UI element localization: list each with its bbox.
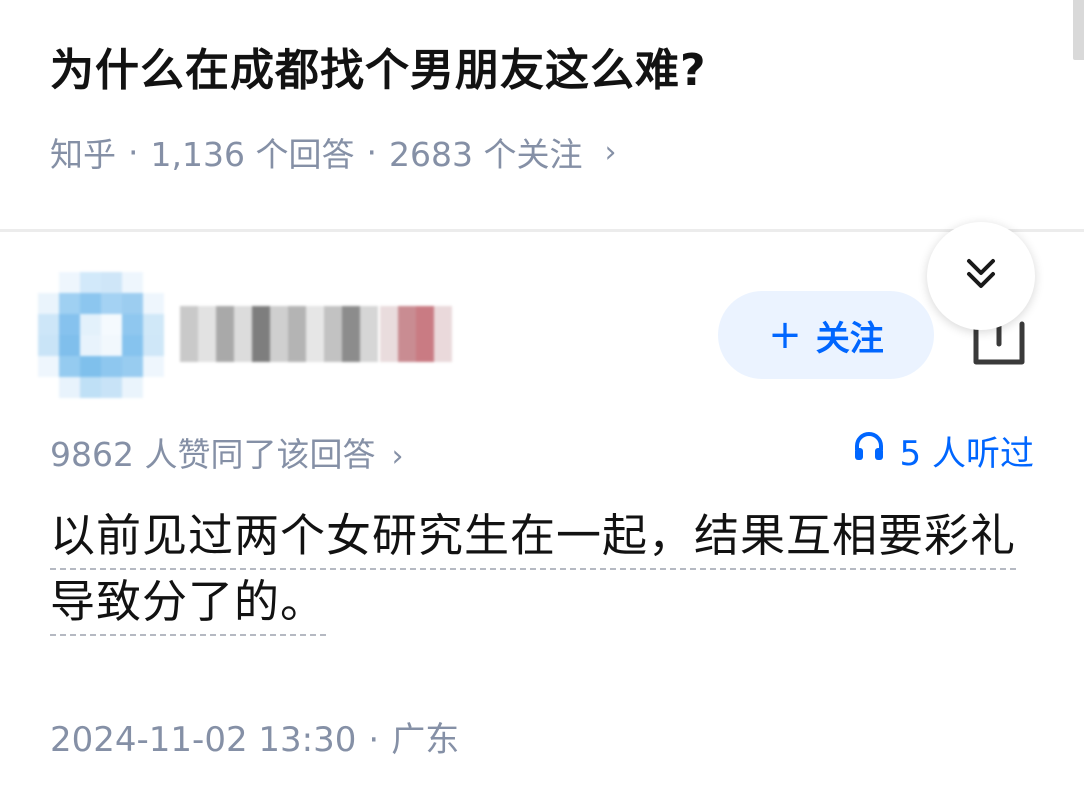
name-mosaic-cell bbox=[324, 306, 342, 362]
avatar-mosaic-cell bbox=[38, 335, 59, 356]
answers-count: 1,136 个回答 bbox=[150, 135, 355, 174]
chevron-right-icon: › bbox=[604, 134, 617, 170]
avatar-mosaic-cell bbox=[122, 377, 143, 398]
badge-mosaic-cell bbox=[380, 306, 398, 362]
avatar-mosaic-cell bbox=[101, 335, 122, 356]
headphones-icon bbox=[852, 429, 900, 472]
source-label: 知乎 bbox=[50, 135, 116, 174]
name-mosaic-cell bbox=[198, 306, 216, 362]
avatar-mosaic-cell bbox=[101, 356, 122, 377]
avatar-mosaic-cell bbox=[59, 356, 80, 377]
avatar-mosaic-cell bbox=[38, 377, 59, 398]
collapse-button[interactable] bbox=[927, 222, 1035, 330]
avatar-mosaic-cell bbox=[80, 356, 101, 377]
avatar-mosaic-cell bbox=[122, 314, 143, 335]
scrollbar[interactable] bbox=[1073, 0, 1084, 60]
question-title[interactable]: 为什么在成都找个男朋友这么难? bbox=[50, 34, 707, 98]
section-divider bbox=[0, 229, 1084, 232]
footer-separator: · bbox=[368, 720, 380, 760]
author-badge bbox=[380, 306, 452, 362]
listen-text: 5 人听过 bbox=[899, 434, 1034, 474]
avatar-mosaic-cell bbox=[143, 356, 164, 377]
avatar[interactable] bbox=[38, 272, 164, 398]
avatar-mosaic-cell bbox=[80, 314, 101, 335]
votes-link[interactable]: 9862 人赞同了该回答 › bbox=[50, 428, 403, 476]
avatar-mosaic-cell bbox=[122, 356, 143, 377]
avatar-mosaic-cell bbox=[38, 356, 59, 377]
name-mosaic-cell bbox=[234, 306, 252, 362]
avatar-mosaic-cell bbox=[143, 335, 164, 356]
avatar-mosaic-cell bbox=[59, 335, 80, 356]
avatar-mosaic-cell bbox=[143, 314, 164, 335]
badge-mosaic-cell bbox=[434, 306, 452, 362]
chevron-right-icon: › bbox=[391, 439, 404, 474]
avatar-mosaic-cell bbox=[101, 293, 122, 314]
meta-separator: · bbox=[128, 132, 139, 172]
avatar-mosaic-cell bbox=[80, 293, 101, 314]
avatar-mosaic-cell bbox=[80, 272, 101, 293]
name-mosaic-cell bbox=[252, 306, 270, 362]
answer-footer: 2024-11-02 13:30 · 广东 bbox=[50, 712, 459, 761]
name-mosaic-cell bbox=[270, 306, 288, 362]
avatar-mosaic-cell bbox=[101, 314, 122, 335]
question-meta[interactable]: 知乎 · 1,136 个回答 · 2683 个关注 › bbox=[50, 128, 616, 176]
double-chevron-down-icon bbox=[961, 254, 1001, 298]
name-mosaic-cell bbox=[342, 306, 360, 362]
avatar-mosaic-cell bbox=[38, 272, 59, 293]
name-mosaic-cell bbox=[306, 306, 324, 362]
avatar-mosaic-cell bbox=[122, 335, 143, 356]
follow-button[interactable]: + 关注 bbox=[718, 291, 934, 379]
meta-separator: · bbox=[366, 132, 377, 172]
answer-text: 以前见过两个女研究生在一起，结果互相要彩礼导致分了的。 bbox=[50, 509, 1017, 636]
listen-link[interactable]: 5 人听过 bbox=[852, 426, 1034, 475]
author-name[interactable] bbox=[180, 306, 378, 362]
followers-count: 2683 个关注 bbox=[388, 135, 583, 174]
badge-mosaic-cell bbox=[398, 306, 416, 362]
name-mosaic-cell bbox=[288, 306, 306, 362]
avatar-mosaic-cell bbox=[59, 272, 80, 293]
timestamp: 2024-11-02 13:30 bbox=[50, 720, 357, 760]
votes-text: 9862 人赞同了该回答 bbox=[50, 435, 376, 474]
name-mosaic-cell bbox=[360, 306, 378, 362]
answer-content[interactable]: 以前见过两个女研究生在一起，结果互相要彩礼导致分了的。 bbox=[50, 503, 1040, 636]
avatar-mosaic-cell bbox=[59, 314, 80, 335]
avatar-mosaic-cell bbox=[101, 272, 122, 293]
location: 广东 bbox=[391, 720, 460, 760]
avatar-mosaic-cell bbox=[59, 377, 80, 398]
avatar-mosaic-cell bbox=[143, 377, 164, 398]
avatar-mosaic-cell bbox=[122, 293, 143, 314]
follow-label: 关注 bbox=[815, 318, 884, 359]
avatar-mosaic-cell bbox=[80, 335, 101, 356]
name-mosaic-cell bbox=[216, 306, 234, 362]
name-mosaic-cell bbox=[180, 306, 198, 362]
avatar-mosaic-cell bbox=[38, 293, 59, 314]
avatar-mosaic-cell bbox=[143, 293, 164, 314]
plus-icon: + bbox=[768, 312, 802, 358]
answer-page: 为什么在成都找个男朋友这么难? 知乎 · 1,136 个回答 · 2683 个关… bbox=[0, 0, 1084, 806]
avatar-mosaic-cell bbox=[101, 377, 122, 398]
avatar-mosaic-cell bbox=[143, 272, 164, 293]
avatar-mosaic-cell bbox=[80, 377, 101, 398]
avatar-mosaic-cell bbox=[59, 293, 80, 314]
badge-mosaic-cell bbox=[416, 306, 434, 362]
avatar-mosaic-cell bbox=[38, 314, 59, 335]
avatar-mosaic-cell bbox=[122, 272, 143, 293]
